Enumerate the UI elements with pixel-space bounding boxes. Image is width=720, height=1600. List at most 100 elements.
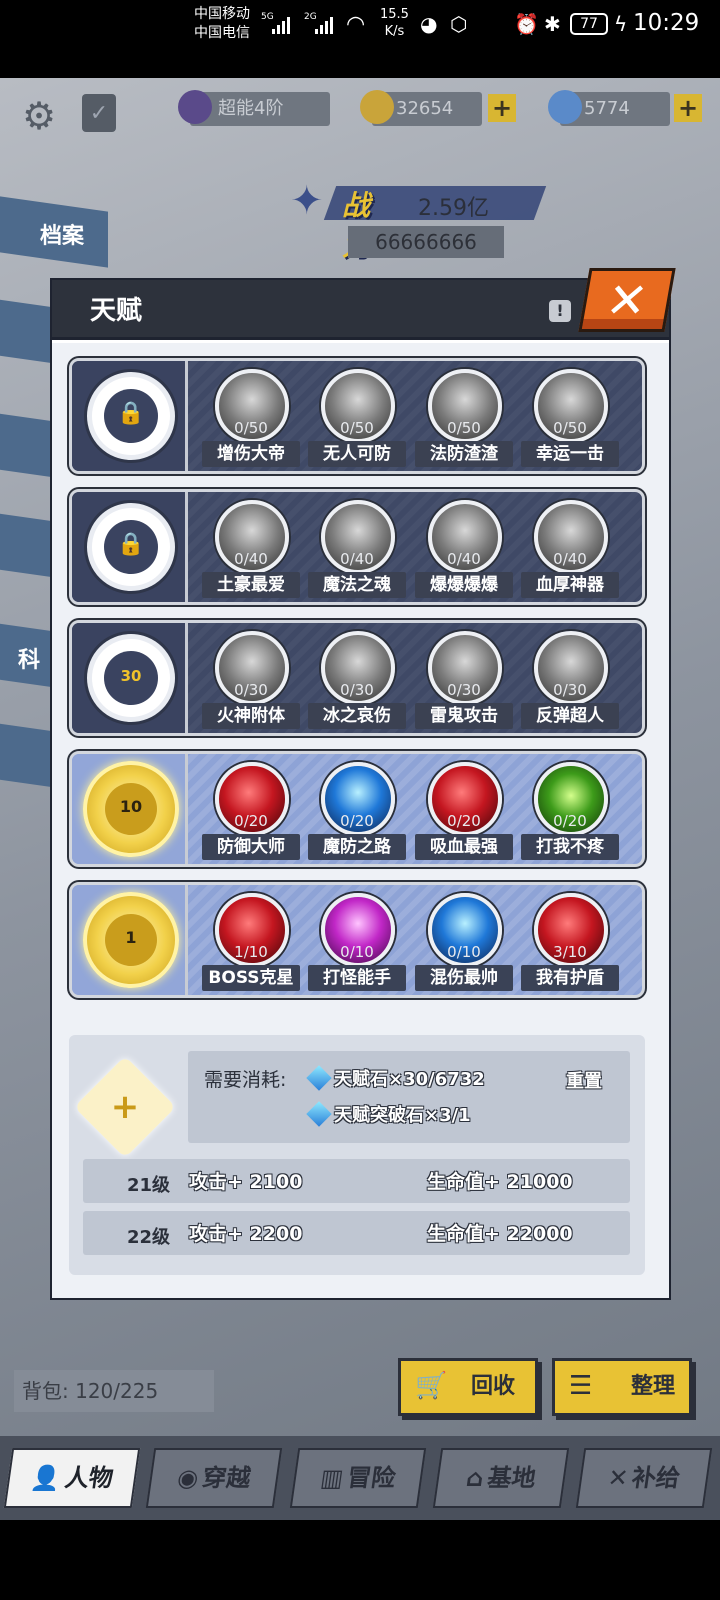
gear-icon[interactable]: ⚙ xyxy=(22,94,56,138)
home-icon: ⌂ xyxy=(464,1464,486,1492)
close-button[interactable]: ✕ xyxy=(578,268,676,332)
talent-row: 30 0/30 火神附体 0/30 冰之哀伤 0/30 雷鬼攻击 0/30 反弹超人 xyxy=(69,620,645,736)
recycle-label: 回收 xyxy=(471,1374,516,1399)
side-tab-archive-label: 档案 xyxy=(40,224,85,249)
task-clipboard-icon[interactable]: ✓ xyxy=(82,94,116,132)
diamond-display: 5774 xyxy=(548,90,670,126)
talent-skill[interactable]: 1/10 BOSS克星 xyxy=(202,893,300,993)
gold-display: 32654 xyxy=(360,90,482,126)
wifi-icon: ◠ xyxy=(346,12,366,37)
talent-skill[interactable]: 0/30 火神附体 xyxy=(202,631,300,731)
add-diamond-button[interactable]: + xyxy=(674,94,702,122)
reset-button[interactable]: 重置 xyxy=(566,1067,602,1093)
hp-bonus: 生命值+ 21000 xyxy=(427,1171,573,1193)
level-row: 21级 攻击+ 2100 生命值+ 21000 xyxy=(83,1159,630,1203)
talent-skill[interactable]: 0/30 反弹超人 xyxy=(521,631,619,731)
nav-adventure[interactable]: ▥冒险 xyxy=(289,1448,427,1508)
locked-tier-dial: 🔒 xyxy=(87,372,175,460)
nav-travel[interactable]: ◉穿越 xyxy=(145,1448,283,1508)
talent-skill[interactable]: 3/10 我有护盾 xyxy=(521,893,619,993)
talent-row: 🔒 0/40 土豪最爱 0/40 魔法之魂 0/40 爆爆爆爆 0/40 血厚神器 xyxy=(69,489,645,605)
skill-name: BOSS克星 xyxy=(202,965,300,991)
attack-bonus: 攻击+ 2100 xyxy=(189,1171,303,1193)
talent-dialog: 天赋 ! ✕ 🔒 0/50 增伤大帝 0/50 无人可防 0/50 法防渣渣 0/50 幸运一击… xyxy=(50,268,676,1300)
skill-progress: 0/50 xyxy=(340,419,374,437)
rank-display: 超能4阶 xyxy=(178,90,330,126)
speed-unit: K/s xyxy=(384,24,405,39)
add-gold-button[interactable]: + xyxy=(488,94,516,122)
power-value: 2.59亿 xyxy=(418,196,489,221)
nav-adventure-label: 冒险 xyxy=(345,1464,398,1492)
talent-skill[interactable]: 0/50 幸运一击 xyxy=(521,369,619,469)
talent-skill[interactable]: 0/20 防御大师 xyxy=(202,762,300,862)
talent-skill[interactable]: 0/20 打我不疼 xyxy=(521,762,619,862)
talent-skill[interactable]: 0/30 雷鬼攻击 xyxy=(415,631,513,731)
portal-icon: ◉ xyxy=(175,1464,201,1492)
skill-progress: 0/10 xyxy=(447,943,481,961)
skill-progress: 0/40 xyxy=(340,550,374,568)
skill-name: 打我不疼 xyxy=(521,834,619,860)
cost-item-1: 天赋石×30/6732 xyxy=(306,1065,485,1091)
talent-skill[interactable]: 0/50 增伤大帝 xyxy=(202,369,300,469)
nav-person[interactable]: 👤人物 xyxy=(3,1448,141,1508)
nav-supply[interactable]: ✕补给 xyxy=(575,1448,713,1508)
attack-bonus: 攻击+ 2200 xyxy=(189,1223,303,1245)
talent-skill[interactable]: 0/10 混伤最帅 xyxy=(415,893,513,993)
talent-skill[interactable]: 0/40 土豪最爱 xyxy=(202,500,300,600)
info-button[interactable]: ! xyxy=(549,300,571,322)
skill-name: 防御大师 xyxy=(202,834,300,860)
organize-button[interactable]: ☰ 整理 xyxy=(552,1358,692,1416)
skill-progress: 1/10 xyxy=(234,943,268,961)
skill-progress: 0/30 xyxy=(340,681,374,699)
nav-travel-label: 穿越 xyxy=(200,1464,253,1492)
level-label: 22级 xyxy=(127,1227,171,1248)
skill-progress: 0/30 xyxy=(553,681,587,699)
wechat-icon: ◕ xyxy=(420,12,438,36)
cost-item-2-text: 天赋突破石×3/1 xyxy=(334,1105,471,1126)
status-bar: 中国移动 中国电信 5G 2G ◠ 15.5 K/s ◕ ⬡ ⏰ ✱ 77 ϟ … xyxy=(0,0,720,50)
nav-person-label: 人物 xyxy=(62,1464,115,1492)
skill-progress: 0/40 xyxy=(553,550,587,568)
recycle-button[interactable]: 🛒 回收 xyxy=(398,1358,538,1416)
carrier-info: 中国移动 中国电信 xyxy=(194,5,250,43)
notification-icon: ⬡ xyxy=(450,12,468,36)
talent-skill[interactable]: 0/20 魔防之路 xyxy=(308,762,406,862)
skill-progress: 0/30 xyxy=(234,681,268,699)
skill-progress: 0/50 xyxy=(447,419,481,437)
lock-icon: 🔒 xyxy=(117,532,145,557)
talent-row: 10 0/20 防御大师 0/20 魔防之路 0/20 吸血最强 0/20 打我不疼 xyxy=(69,751,645,867)
skill-name: 土豪最爱 xyxy=(202,572,300,598)
nav-base-label: 基地 xyxy=(485,1464,538,1492)
battery-icon: 77 xyxy=(570,13,608,35)
nav-base[interactable]: ⌂基地 xyxy=(432,1448,570,1508)
skill-progress: 0/30 xyxy=(447,681,481,699)
breakthrough-stone-icon xyxy=(306,1101,332,1127)
power-sub-value: 66666666 xyxy=(348,226,504,258)
dialog-body: 🔒 0/50 增伤大帝 0/50 无人可防 0/50 法防渣渣 0/50 幸运一击 🔒 0/40 土豪… xyxy=(52,343,669,1298)
talent-skill[interactable]: 0/40 爆爆爆爆 xyxy=(415,500,513,600)
hp-bonus: 生命值+ 22000 xyxy=(427,1223,573,1245)
talent-skill[interactable]: 0/20 吸血最强 xyxy=(415,762,513,862)
top-bar: ⚙ ✓ 超能4阶 32654 + 5774 + xyxy=(0,78,720,148)
tier-badge-area: 🔒 xyxy=(72,361,188,471)
rank-label: 超能4阶 xyxy=(218,98,284,119)
upgrade-button[interactable]: + xyxy=(74,1056,176,1158)
skill-name: 混伤最帅 xyxy=(415,965,513,991)
talent-skill[interactable]: 0/50 无人可防 xyxy=(308,369,406,469)
talent-stone-icon xyxy=(306,1065,332,1091)
navigation-bar-area xyxy=(0,1520,720,1600)
tier-badge-area: 1 xyxy=(72,885,188,995)
signal-icon-1 xyxy=(272,14,296,34)
talent-skill[interactable]: 0/30 冰之哀伤 xyxy=(308,631,406,731)
skill-progress: 0/20 xyxy=(447,812,481,830)
carrier-2: 中国电信 xyxy=(194,25,250,41)
tools-icon: ✕ xyxy=(605,1464,631,1492)
tier-unlock-level: 30 xyxy=(120,667,142,685)
talent-skill[interactable]: 0/40 魔法之魂 xyxy=(308,500,406,600)
skill-name: 幸运一击 xyxy=(521,441,619,467)
talent-skill[interactable]: 0/50 法防渣渣 xyxy=(415,369,513,469)
talent-skill[interactable]: 0/10 打怪能手 xyxy=(308,893,406,993)
dialog-title: 天赋 xyxy=(90,296,143,326)
skill-name: 火神附体 xyxy=(202,703,300,729)
talent-skill[interactable]: 0/40 血厚神器 xyxy=(521,500,619,600)
